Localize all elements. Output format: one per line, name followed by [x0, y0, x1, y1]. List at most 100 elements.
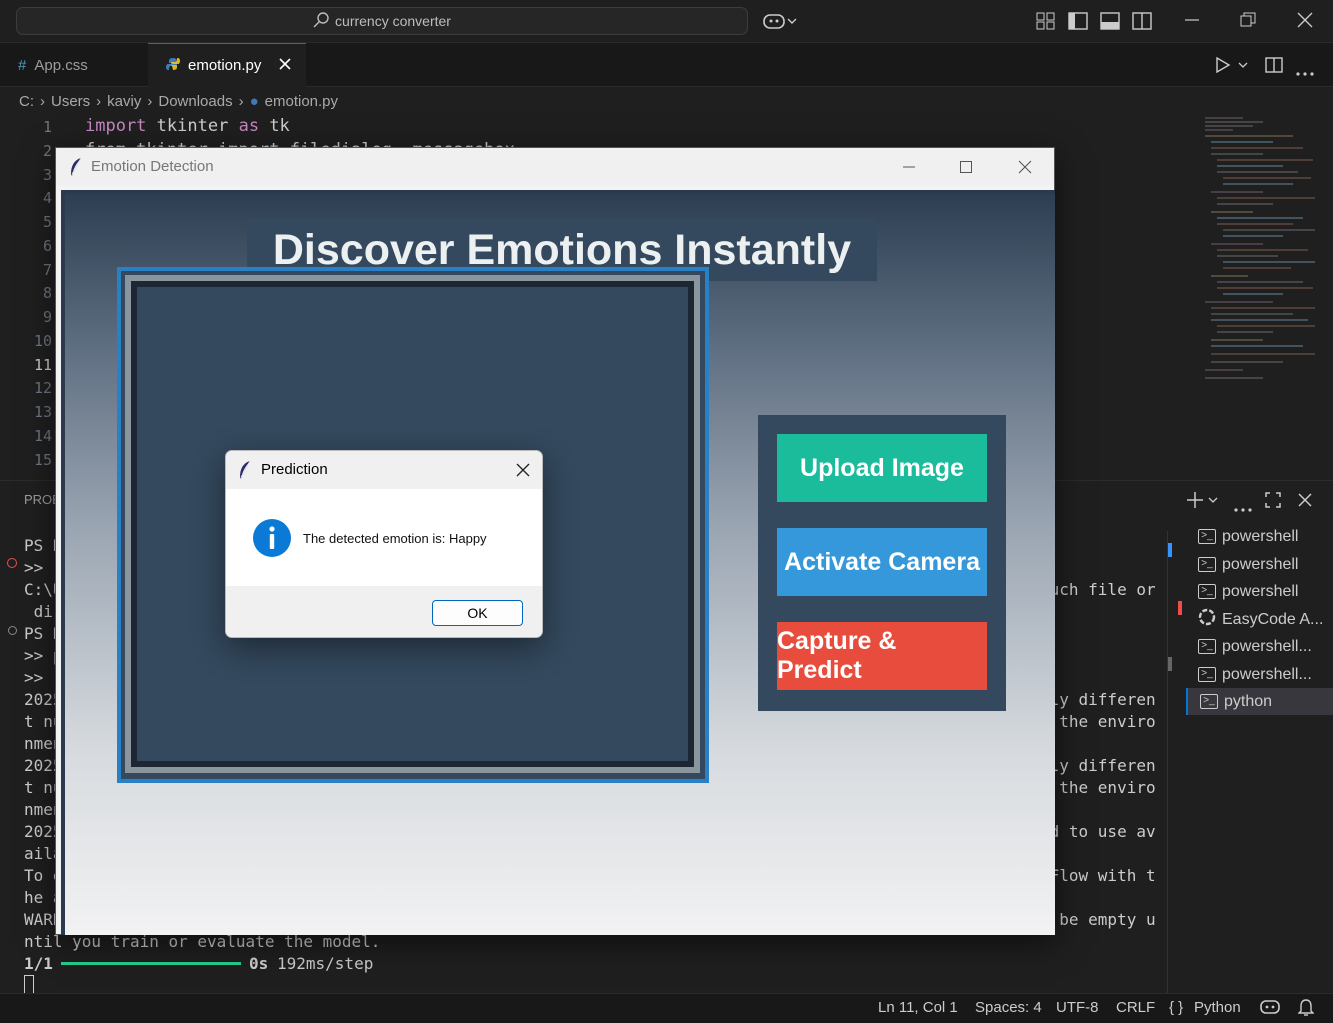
indentation[interactable]: Spaces: 4	[975, 999, 1042, 1016]
terminal-line: ed to use av	[1040, 822, 1156, 841]
dialog-title: Prediction	[261, 461, 328, 478]
terminal-session-item[interactable]: >_ powershell	[1186, 551, 1333, 578]
terminal-session-item[interactable]: >_ powershell	[1186, 578, 1333, 605]
terminal-icon: >_	[1200, 694, 1218, 709]
toggle-panel-icon[interactable]	[1100, 12, 1120, 35]
tab-label: emotion.py	[188, 57, 262, 74]
customize-layout-icon[interactable]	[1036, 12, 1056, 35]
capture-predict-button[interactable]: Capture & Predict	[777, 622, 987, 690]
breadcrumb-item[interactable]: C:	[19, 93, 34, 110]
minimize-icon[interactable]	[902, 160, 916, 178]
tk-title-bar: Emotion Detection	[56, 148, 1054, 186]
toggle-primary-sidebar-icon[interactable]	[1068, 12, 1088, 35]
terminal-session-item[interactable]: >_ powershell	[1186, 523, 1333, 550]
app-canvas: Discover Emotions Instantly Upload Image…	[61, 190, 1055, 935]
close-icon[interactable]	[1018, 160, 1032, 178]
terminal-session-item-active[interactable]: >_ python	[1186, 688, 1333, 715]
breadcrumb-item[interactable]: Users	[51, 93, 90, 110]
terminal-session-item[interactable]: >_ powershell...	[1186, 633, 1333, 660]
progress-rate: 192ms/step	[277, 954, 374, 973]
session-label: powershell	[1222, 582, 1299, 600]
close-icon[interactable]	[516, 463, 530, 481]
feather-icon	[238, 460, 252, 484]
info-icon	[252, 518, 292, 563]
new-terminal-icon[interactable]	[1186, 491, 1220, 514]
session-label: EasyCode A...	[1222, 610, 1324, 628]
run-icon[interactable]	[1215, 56, 1249, 78]
line-number: 3	[42, 166, 52, 184]
feather-icon	[69, 157, 83, 181]
scroll-marker	[1168, 543, 1172, 557]
progress-time: 0s	[249, 954, 269, 973]
line-number: 9	[42, 308, 52, 326]
more-actions-icon[interactable]	[1296, 63, 1314, 81]
title-bar: currency converter	[0, 0, 1333, 43]
maximize-icon[interactable]	[959, 160, 973, 178]
chevron-right-icon: ›	[238, 92, 244, 110]
line-number: 6	[42, 237, 52, 255]
terminal-line: l be empty u	[1040, 910, 1156, 929]
command-center-search[interactable]: currency converter	[16, 7, 748, 35]
python-file-icon	[166, 57, 180, 75]
terminal-line: such file or	[1040, 580, 1156, 599]
breadcrumb-item[interactable]: kaviy	[107, 93, 141, 110]
line-number: 15	[33, 451, 52, 469]
maximize-panel-icon[interactable]	[1265, 492, 1281, 513]
breadcrumb: C: › Users › kaviy › Downloads › ● emoti…	[0, 88, 1333, 114]
terminal-session-item[interactable]: EasyCode A...	[1186, 606, 1333, 633]
breadcrumb-file[interactable]: emotion.py	[265, 93, 338, 110]
chevron-right-icon: ›	[96, 92, 102, 110]
upload-image-button[interactable]: Upload Image	[777, 434, 987, 502]
line-number: 2	[42, 142, 52, 160]
tab-emotion-py[interactable]: emotion.py	[148, 43, 306, 87]
close-window-icon[interactable]	[1297, 12, 1313, 33]
split-editor-icon[interactable]	[1265, 57, 1283, 78]
toggle-secondary-sidebar-icon[interactable]	[1132, 12, 1152, 35]
bell-icon[interactable]	[1297, 998, 1315, 1020]
terminal-session-item[interactable]: >_ powershell...	[1186, 661, 1333, 688]
chevron-right-icon: ›	[147, 92, 153, 110]
restore-window-icon[interactable]	[1240, 12, 1256, 33]
line-number: 14	[33, 427, 52, 445]
encoding[interactable]: UTF-8	[1056, 999, 1099, 1016]
more-actions-icon[interactable]	[1234, 499, 1252, 517]
scroll-marker	[1168, 657, 1172, 671]
activate-camera-button[interactable]: Activate Camera	[777, 528, 987, 596]
terminal-icon: >_	[1198, 667, 1216, 682]
minimize-window-icon[interactable]	[1184, 12, 1200, 33]
session-label: powershell...	[1222, 665, 1312, 683]
keyword: import	[85, 116, 147, 136]
terminal-line: tly differen	[1040, 690, 1156, 709]
alias-name: tk	[269, 116, 290, 136]
cursor-position[interactable]: Ln 11, Col 1	[878, 999, 958, 1016]
line-number: 8	[42, 284, 52, 302]
dialog-footer: OK	[226, 586, 542, 637]
breadcrumb-item[interactable]: Downloads	[158, 93, 232, 110]
braces-icon: { }	[1169, 999, 1184, 1016]
language-mode[interactable]: Python	[1194, 999, 1241, 1016]
session-label: powershell	[1222, 555, 1299, 573]
terminal-scrollbar[interactable]	[1167, 531, 1168, 994]
close-panel-icon[interactable]	[1298, 493, 1312, 512]
emotion-detection-window: Emotion Detection Discover Emotions Inst…	[55, 147, 1055, 935]
chevron-right-icon: ›	[40, 92, 45, 110]
command-center-text: currency converter	[335, 13, 451, 29]
line-ending[interactable]: CRLF	[1116, 999, 1155, 1016]
python-file-icon: ●	[249, 92, 259, 110]
line-number: 10	[33, 332, 52, 350]
line-number: 7	[42, 261, 52, 279]
line-number: 13	[33, 403, 52, 421]
status-bar: Ln 11, Col 1 Spaces: 4 UTF-8 CRLF { } Py…	[0, 993, 1333, 1023]
copilot-icon[interactable]	[762, 10, 798, 37]
minimap[interactable]	[1203, 114, 1321, 384]
close-tab-icon[interactable]	[279, 57, 291, 74]
terminal-icon: >_	[1198, 639, 1216, 654]
terminal-cursor	[24, 975, 34, 994]
error-decoration-icon	[7, 558, 17, 568]
copilot-status-icon[interactable]	[1260, 998, 1280, 1020]
tab-app-css[interactable]: # App.css	[0, 43, 148, 87]
search-icon	[313, 11, 329, 31]
progress-track	[61, 962, 241, 965]
ok-button[interactable]: OK	[432, 600, 523, 626]
keyword: as	[238, 116, 260, 136]
